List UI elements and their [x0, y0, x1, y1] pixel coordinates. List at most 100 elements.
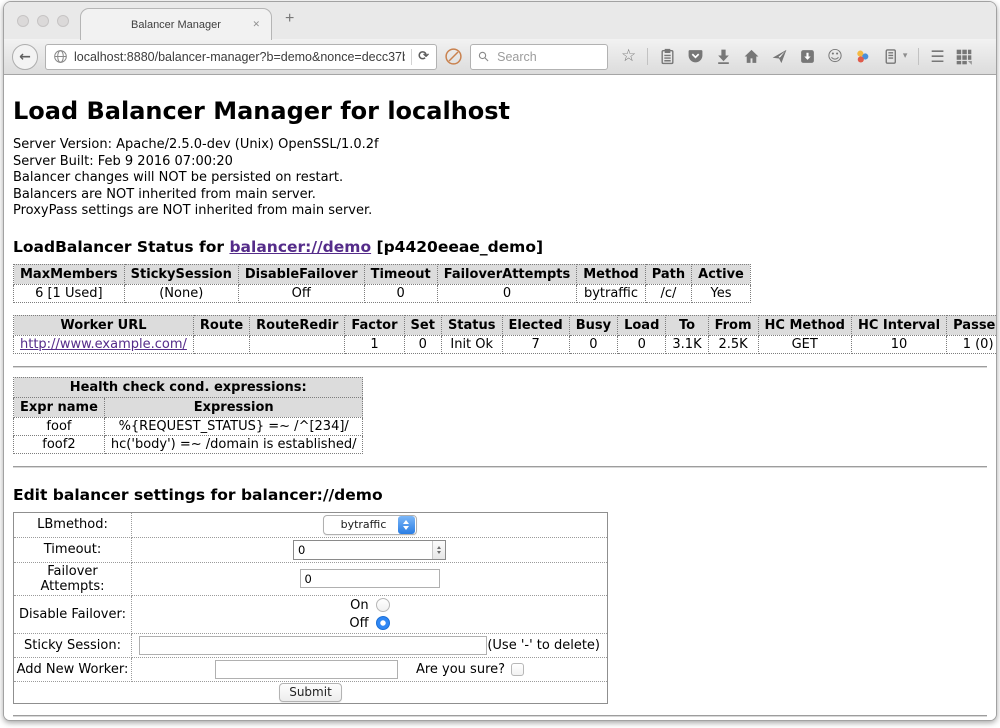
tab-groups-icon[interactable]: [955, 48, 973, 66]
status-heading-tag: [p4420eeae_demo]: [377, 238, 544, 256]
server-version-line: Server Version: Apache/2.5.0-dev (Unix) …: [13, 137, 987, 154]
chevron-down-icon[interactable]: ▾: [903, 52, 908, 61]
tablet-icon[interactable]: [882, 48, 899, 65]
reading-list-icon[interactable]: [659, 48, 676, 65]
col-status: Status: [441, 315, 502, 335]
col-expression: Expression: [104, 397, 363, 417]
col-factor: Factor: [345, 315, 404, 335]
menu-hamburger-icon[interactable]: ☰: [930, 49, 943, 65]
form-row-failover-attempts: Failover Attempts:: [14, 562, 608, 595]
col-from: From: [708, 315, 758, 335]
home-icon[interactable]: [743, 48, 760, 65]
col-hc-method: HC Method: [758, 315, 851, 335]
back-button[interactable]: ←: [12, 44, 38, 70]
balancer-status-table: MaxMembers StickySession DisableFailover…: [13, 264, 751, 303]
search-bar[interactable]: [470, 44, 608, 70]
page-title: Load Balancer Manager for localhost: [13, 97, 987, 125]
zoom-window-button[interactable]: [57, 15, 69, 27]
disable-failover-off-radio[interactable]: [376, 616, 390, 630]
downloads-icon[interactable]: [715, 48, 732, 65]
cell-status: Init Ok: [441, 335, 502, 353]
lbmethod-select[interactable]: bytraffic: [323, 515, 417, 535]
submit-button[interactable]: Submit: [279, 683, 342, 702]
cell-elected: 7: [502, 335, 569, 353]
globe-icon: [53, 49, 68, 64]
cell-busy: 0: [569, 335, 617, 353]
urlbar-divider: [411, 49, 412, 65]
balancer-demo-link[interactable]: balancer://demo: [229, 238, 371, 256]
browser-window: Balancer Manager ✕ + ← localhost:8880/ba…: [3, 1, 997, 721]
new-tab-button[interactable]: +: [285, 10, 294, 28]
col-passes: Passes: [947, 315, 996, 335]
form-row-lbmethod: LBmethod: bytraffic: [14, 512, 608, 537]
timeout-input[interactable]: [294, 541, 432, 559]
cell-disablefailover: Off: [238, 284, 364, 302]
reload-button[interactable]: ⟳: [418, 49, 429, 64]
pocket-icon[interactable]: [687, 48, 704, 65]
col-stickysession: StickySession: [124, 264, 238, 284]
col-load: Load: [618, 315, 666, 335]
worker-status-table: Worker URL Route RouteRedir Factor Set S…: [13, 315, 996, 354]
table-row: 6 [1 Used] (None) Off 0 0 bytraffic /c/ …: [14, 284, 751, 302]
close-window-button[interactable]: [17, 15, 29, 27]
col-elected: Elected: [502, 315, 569, 335]
worker-row: http://www.example.com/ 1 0 Init Ok 7 0 …: [14, 335, 997, 353]
url-text[interactable]: localhost:8880/balancer-manager?b=demo&n…: [74, 50, 405, 64]
col-timeout: Timeout: [364, 264, 437, 284]
worker-url-link[interactable]: http://www.example.com/: [20, 337, 187, 352]
minimize-window-button[interactable]: [37, 15, 49, 27]
col-path: Path: [645, 264, 691, 284]
send-tab-icon[interactable]: [771, 48, 788, 65]
radio-on-label: On: [350, 598, 368, 613]
failover-attempts-input[interactable]: [300, 569, 440, 588]
window-controls: [17, 15, 69, 27]
page-content: Load Balancer Manager for localhost Serv…: [4, 75, 996, 720]
cell-to: 3.1K: [666, 335, 708, 353]
tab-close-icon[interactable]: ✕: [252, 19, 260, 30]
disable-failover-on-radio[interactable]: [376, 598, 390, 612]
status-heading-prefix: LoadBalancer Status for: [13, 238, 224, 256]
url-bar[interactable]: localhost:8880/balancer-manager?b=demo&n…: [45, 44, 437, 70]
add-worker-input[interactable]: [215, 660, 398, 679]
cell-hc-interval: 10: [851, 335, 946, 353]
cell-stickysession: (None): [124, 284, 238, 302]
server-info: Server Version: Apache/2.5.0-dev (Unix) …: [13, 137, 987, 220]
form-row-sticky-session: Sticky Session: (Use '-' to delete): [14, 633, 608, 657]
search-icon: [478, 50, 489, 63]
col-to: To: [666, 315, 708, 335]
lbmethod-selected-value: bytraffic: [324, 518, 398, 531]
table-caption-row: Health check cond. expressions:: [14, 377, 363, 397]
are-you-sure-label: Are you sure?: [416, 662, 505, 677]
feedback-smiley-icon[interactable]: ☺: [827, 49, 843, 64]
tab-balancer-manager[interactable]: Balancer Manager ✕: [80, 8, 272, 40]
persist-note-line: Balancer changes will NOT be persisted o…: [13, 170, 987, 187]
save-to-device-icon[interactable]: [799, 48, 816, 65]
cell-active: Yes: [692, 284, 751, 302]
bookmark-star-icon[interactable]: ☆: [621, 48, 636, 65]
col-method: Method: [577, 264, 645, 284]
col-failoverattempts: FailoverAttempts: [437, 264, 577, 284]
add-worker-label: Add New Worker:: [14, 657, 132, 681]
table-header-row: Expr name Expression: [14, 397, 363, 417]
number-spinner-icon[interactable]: [432, 541, 445, 559]
blocked-content-icon[interactable]: [444, 47, 463, 66]
are-you-sure-checkbox[interactable]: [511, 663, 524, 676]
cell-method: bytraffic: [577, 284, 645, 302]
sticky-session-input[interactable]: [139, 636, 487, 655]
col-route: Route: [193, 315, 249, 335]
cell-maxmembers: 6 [1 Used]: [14, 284, 125, 302]
table-header-row: Worker URL Route RouteRedir Factor Set S…: [14, 315, 997, 335]
proxypass-note-line: ProxyPass settings are NOT inherited fro…: [13, 203, 987, 220]
table-header-row: MaxMembers StickySession DisableFailover…: [14, 264, 751, 284]
form-row-timeout: Timeout:: [14, 537, 608, 562]
colored-dots-icon[interactable]: [854, 48, 871, 65]
timeout-label: Timeout:: [14, 537, 132, 562]
toolbar-separator: [647, 48, 648, 65]
toolbar-separator: [918, 48, 919, 65]
section-divider: [13, 366, 987, 368]
navigation-toolbar: ← localhost:8880/balancer-manager?b=demo…: [4, 39, 996, 75]
cell-factor: 1: [345, 335, 404, 353]
cell-expr-name: foof2: [14, 435, 105, 453]
search-input[interactable]: [495, 49, 600, 65]
cell-passes: 1 (0): [947, 335, 996, 353]
